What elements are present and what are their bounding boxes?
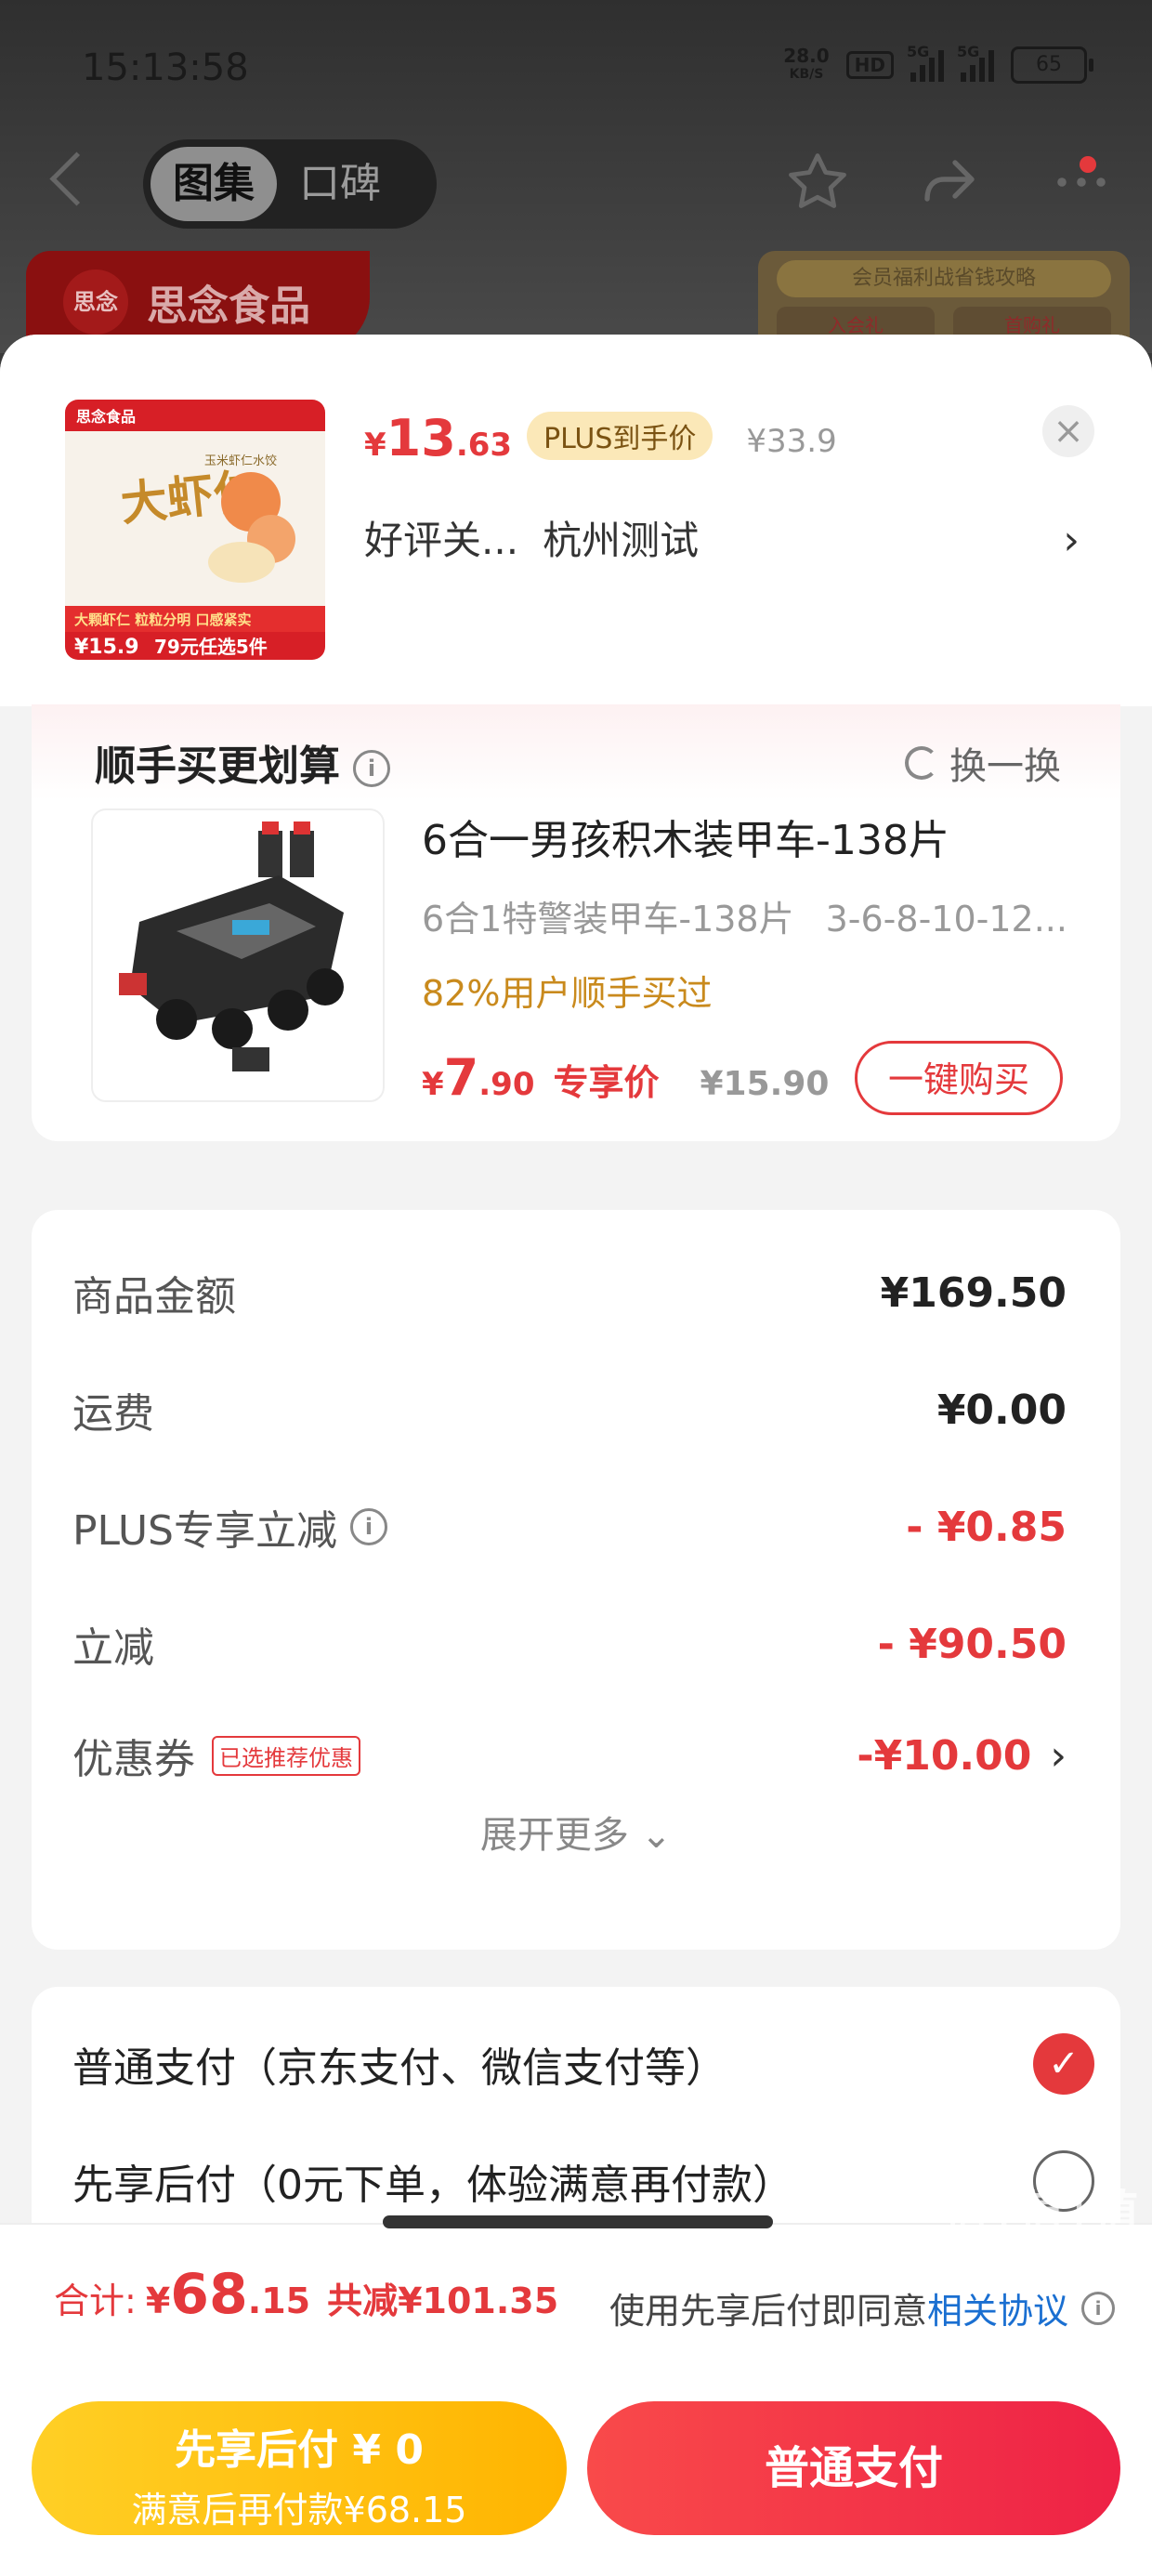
order-total: 合计: ¥68.15 共减¥101.35: [54, 2262, 559, 2327]
watermark: 值|值|值 zhizhizhi.com: [944, 2186, 1141, 2267]
nav-actions: [784, 149, 1115, 216]
close-icon[interactable]: ×: [1042, 405, 1094, 457]
addon-social-proof: 82%用户顺手买过: [422, 973, 713, 1014]
agreement-link[interactable]: 相关协议: [927, 2282, 1068, 2333]
addon-original-price: ¥15.90: [700, 1065, 830, 1103]
product-subline[interactable]: 好评关... 杭州测试: [364, 509, 723, 566]
svg-text:大颗虾仁 粒粒分明 口感紧实: 大颗虾仁 粒粒分明 口感紧实: [74, 611, 251, 628]
tab-reviews[interactable]: 口碑: [277, 147, 403, 221]
top-nav: 图集 口碑: [0, 139, 1152, 232]
svg-text:思念食品: 思念食品: [76, 408, 136, 426]
signal-icon: 5G: [907, 43, 944, 82]
info-icon[interactable]: i: [353, 750, 390, 787]
total-saved: 共减¥101.35: [327, 2280, 559, 2321]
status-icons: 28.0 KB/S HD 5G 5G 65: [783, 43, 1093, 84]
coupon-badge: 已选推荐优惠: [212, 1735, 360, 1776]
expand-more-button[interactable]: 展开更多 ⌄: [32, 1805, 1120, 1859]
notification-dot: [1080, 156, 1096, 173]
battery-icon: 65: [1011, 46, 1093, 84]
home-indicator[interactable]: [383, 2215, 773, 2228]
share-icon[interactable]: [916, 149, 983, 216]
product-image[interactable]: 思念食品 大虾仁 玉米虾仁水饺 大颗虾仁 粒粒分明 口感紧实 ¥15.9 79元…: [65, 400, 325, 660]
pay-later-button[interactable]: 先享后付 ¥ 0 满意后再付款¥68.15: [32, 2401, 567, 2535]
addon-recommendation: 顺手买更划算 i 换一换 6合一男孩积木装甲车-138片 6合1特警装甲车-138…: [32, 704, 1120, 1141]
summary-row-coupon[interactable]: 优惠券 已选推荐优惠 -¥10.00 ›: [72, 1723, 1067, 1788]
svg-text:79元任选5件: 79元任选5件: [154, 636, 268, 658]
exclusive-price-tag: 专享价: [553, 1062, 660, 1103]
shop-name: 思念食品: [147, 283, 310, 330]
dumpling-package-image: 思念食品 大虾仁 玉米虾仁水饺 大颗虾仁 粒粒分明 口感紧实 ¥15.9 79元…: [65, 400, 325, 660]
normal-pay-button[interactable]: 普通支付: [587, 2401, 1120, 2535]
armored-vehicle-toy-image: [119, 821, 344, 1071]
shop-logo-mark: 思念: [63, 269, 128, 335]
refresh-icon: [905, 746, 938, 780]
review-summary: 好评关...: [364, 518, 519, 563]
swap-button[interactable]: 换一换: [905, 736, 1061, 790]
svg-text:¥15.9: ¥15.9: [74, 636, 139, 659]
info-icon[interactable]: i: [350, 1508, 387, 1545]
payment-option-pay-later[interactable]: 先享后付（0元下单，体验满意再付款）: [72, 2150, 1094, 2212]
delivery-location: 杭州测试: [543, 518, 700, 563]
member-promo-pill: 会员福利战省钱攻略: [777, 260, 1111, 297]
info-icon[interactable]: i: [1081, 2291, 1115, 2325]
signal-icon-2: 5G: [957, 43, 994, 82]
payment-option-normal[interactable]: 普通支付（京东支付、微信支付等） ✓: [72, 2033, 1094, 2095]
one-click-buy-button[interactable]: 一键购买: [855, 1041, 1063, 1115]
summary-row-plus-discount: PLUS专享立减 i - ¥0.85: [72, 1503, 1067, 1556]
addon-price: ¥7.90 专享价 ¥15.90: [422, 1048, 830, 1107]
product-price-row: ¥13.63 PLUS到手价 ¥33.9: [364, 409, 837, 467]
original-price: ¥33.9: [746, 423, 837, 460]
summary-row-subtotal: 商品金额 ¥169.50: [72, 1268, 1067, 1321]
status-bar: 15:13:58 28.0 KB/S HD 5G 5G 65: [0, 0, 1152, 130]
plus-price-tag: PLUS到手价: [527, 412, 713, 460]
addon-spec: 6合1特警装甲车-138片 3-6-8-10-12...: [422, 899, 1067, 940]
net-speed: 28.0 KB/S: [783, 45, 830, 82]
summary-row-instant-discount: 立减 - ¥90.50: [72, 1620, 1067, 1673]
action-bar: 先享后付 ¥ 0 满意后再付款¥68.15 普通支付: [0, 2381, 1152, 2576]
product-price: ¥13.63: [364, 409, 513, 467]
back-icon[interactable]: [49, 151, 104, 206]
price-summary: 商品金额 ¥169.50 运费 ¥0.00 PLUS专享立减 i - ¥0.85 …: [32, 1210, 1120, 1950]
gallery-tabs: 图集 口碑: [143, 139, 437, 229]
background-page: 15:13:58 28.0 KB/S HD 5G 5G 65 图集 口碑 思念 …: [0, 0, 1152, 353]
hd-icon: HD: [845, 51, 894, 79]
addon-product-name[interactable]: 6合一男孩积木装甲车-138片: [422, 807, 949, 866]
chevron-right-icon[interactable]: ›: [1050, 1732, 1067, 1780]
tab-gallery[interactable]: 图集: [151, 147, 277, 221]
radio-checked-icon[interactable]: ✓: [1033, 2033, 1094, 2095]
addon-title: 顺手买更划算 i: [95, 732, 390, 792]
chevron-right-icon[interactable]: ›: [1063, 517, 1080, 564]
agreement-notice: 使用先享后付即同意 相关协议 i: [609, 2282, 1115, 2333]
star-icon[interactable]: [784, 149, 851, 216]
addon-product-image[interactable]: [91, 808, 385, 1102]
svg-text:玉米虾仁水饺: 玉米虾仁水饺: [204, 454, 277, 468]
product-header: 思念食品 大虾仁 玉米虾仁水饺 大颗虾仁 粒粒分明 口感紧实 ¥15.9 79元…: [0, 335, 1152, 706]
chevron-down-icon: ⌄: [640, 1814, 673, 1857]
status-time: 15:13:58: [82, 46, 249, 89]
summary-row-shipping: 运费 ¥0.00: [72, 1386, 1067, 1439]
